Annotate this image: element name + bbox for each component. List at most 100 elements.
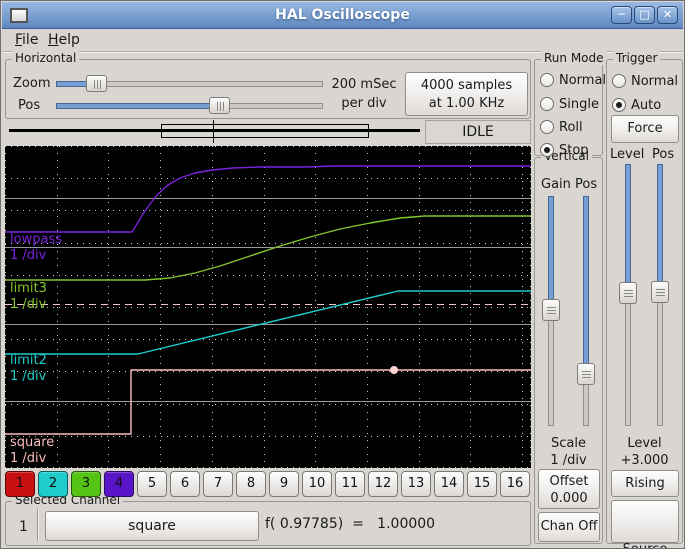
channel-button-11[interactable]: 11 [335, 471, 365, 497]
trigger-pos-col-label: Pos [652, 147, 675, 162]
samples-line2: at 1.00 KHz [428, 96, 505, 111]
cursor-readout: f( 0.97785) = 1.00000 [265, 516, 436, 532]
radio-icon[interactable] [540, 97, 554, 111]
zoom-slider-track[interactable] [97, 81, 323, 87]
vpos-label: Pos [575, 177, 598, 192]
trigger-legend: Trigger [613, 51, 661, 65]
menu-bar: File Help [2, 29, 683, 52]
gain-slider-track[interactable] [548, 309, 554, 426]
channel-button-12[interactable]: 12 [368, 471, 398, 497]
status-panel: IDLE [425, 120, 531, 144]
trigger-source-line1: Source [612, 541, 678, 548]
channel-button-15[interactable]: 15 [467, 471, 497, 497]
menu-help-rest: elp [58, 32, 80, 48]
selected-channel-name: square [128, 518, 176, 534]
hpos-slider-handle[interactable] [209, 97, 230, 114]
trigger-option-label: Auto [631, 98, 662, 113]
status-text: IDLE [462, 124, 494, 140]
trigger-edge-label: Rising [625, 476, 665, 491]
gain-label: Gain [541, 177, 571, 192]
trigger-pos-track[interactable] [657, 290, 663, 426]
title-bar[interactable]: HAL Oscilloscope ─ □ ✕ [2, 2, 683, 29]
menu-file[interactable]: File [15, 32, 38, 48]
trace-scale-label-limit3: 1 /div [10, 297, 47, 312]
hpos-slider-track[interactable] [221, 103, 323, 109]
samples-line1: 4000 samples [420, 78, 513, 93]
minimize-button[interactable]: ─ [611, 6, 632, 24]
trace-label-limit3: limit3 [10, 281, 47, 296]
scale-value: 1 /div [550, 453, 587, 468]
offset-caption: Offset [549, 474, 589, 489]
hpos-slider-track-filled[interactable] [56, 103, 222, 109]
trace-label-square: square [10, 435, 54, 450]
gain-slider-track-filled[interactable] [548, 196, 554, 310]
channel-button-10[interactable]: 10 [302, 471, 332, 497]
channel-button-9[interactable]: 9 [269, 471, 299, 497]
vpos-slider-track-filled[interactable] [583, 196, 589, 374]
scope-canvas: lowpass1 /divlimit31 /divlimit21 /divsqu… [5, 146, 531, 468]
trigger-source-button[interactable]: Source Chan 1 [611, 500, 679, 548]
trigger-edge-button[interactable]: Rising [611, 470, 679, 497]
channel-button-4[interactable]: 4 [104, 471, 134, 497]
trigger-level-track-filled[interactable] [625, 164, 631, 292]
chan-off-label: Chan Off [540, 519, 598, 534]
channel-button-3[interactable]: 3 [71, 471, 101, 497]
trigger-option-label: Normal [631, 74, 679, 89]
trigger-pos-handle[interactable] [651, 281, 669, 303]
channel-button-16[interactable]: 16 [500, 471, 530, 497]
maximize-button[interactable]: □ [634, 6, 655, 24]
channel-button-13[interactable]: 13 [401, 471, 431, 497]
channel-button-6[interactable]: 6 [170, 471, 200, 497]
zoom-label: Zoom [13, 76, 51, 91]
timebase-line2: per div [341, 96, 387, 111]
trace-scale-label-lowpass: 1 /div [10, 248, 47, 263]
selected-channel-separator [37, 509, 38, 541]
record-view-window[interactable] [161, 124, 369, 138]
menu-help[interactable]: Help [48, 32, 80, 48]
channel-button-1[interactable]: 1 [5, 471, 35, 497]
channel-button-2[interactable]: 2 [38, 471, 68, 497]
trigger-level-track[interactable] [625, 291, 631, 426]
hpos-label: Pos [18, 98, 41, 113]
trigger-level-caption: Level [627, 436, 662, 451]
trace-scale-label-square: 1 /div [10, 451, 47, 466]
offset-value: 0.000 [550, 491, 588, 506]
trigger-pos-track-filled[interactable] [657, 164, 663, 291]
timebase-line1: 200 mSec [331, 77, 397, 92]
vpos-slider-handle[interactable] [577, 363, 595, 385]
trace-scale-label-limit2: 1 /div [10, 369, 47, 384]
record-view-trigger-tick [213, 120, 214, 143]
channel-button-14[interactable]: 14 [434, 471, 464, 497]
trace-label-lowpass: lowpass [10, 232, 62, 247]
samples-button[interactable]: 4000 samples at 1.00 KHz [405, 72, 528, 116]
run-mode-option-label: Normal [559, 73, 607, 88]
radio-icon-selected[interactable] [540, 143, 554, 157]
window-title: HAL Oscilloscope [275, 7, 410, 23]
channel-button-7[interactable]: 7 [203, 471, 233, 497]
horizontal-legend: Horizontal [12, 51, 80, 65]
chan-off-button[interactable]: Chan Off [538, 512, 600, 542]
radio-icon[interactable] [540, 73, 554, 87]
radio-icon[interactable] [540, 120, 554, 134]
scale-caption: Scale [551, 436, 586, 451]
sample-marker-dot[interactable] [390, 366, 398, 374]
trigger-level-handle[interactable] [619, 282, 637, 304]
zoom-slider-handle[interactable] [86, 75, 107, 92]
force-label: Force [627, 121, 663, 136]
menu-file-rest: ile [22, 32, 39, 48]
run-mode-option-label: Stop [559, 143, 589, 158]
gain-slider-handle[interactable] [542, 299, 560, 321]
offset-button[interactable]: Offset 0.000 [538, 469, 600, 509]
selected-channel-name-button[interactable]: square [45, 511, 259, 541]
hal-oscilloscope-window: HAL Oscilloscope ─ □ ✕ File Help Horizon… [0, 0, 685, 549]
scope-display[interactable]: lowpass 1 /div limit3 1 /div limit2 1 /div squ… [5, 146, 531, 468]
trace-limit2 [5, 290, 531, 355]
close-button[interactable]: ✕ [657, 6, 678, 24]
trace-label-limit2: limit2 [10, 353, 47, 368]
radio-icon[interactable] [612, 74, 626, 88]
channel-button-8[interactable]: 8 [236, 471, 266, 497]
channel-button-5[interactable]: 5 [137, 471, 167, 497]
force-button[interactable]: Force [611, 115, 679, 143]
run-mode-option-label: Single [559, 97, 599, 112]
radio-icon-selected[interactable] [612, 98, 626, 112]
